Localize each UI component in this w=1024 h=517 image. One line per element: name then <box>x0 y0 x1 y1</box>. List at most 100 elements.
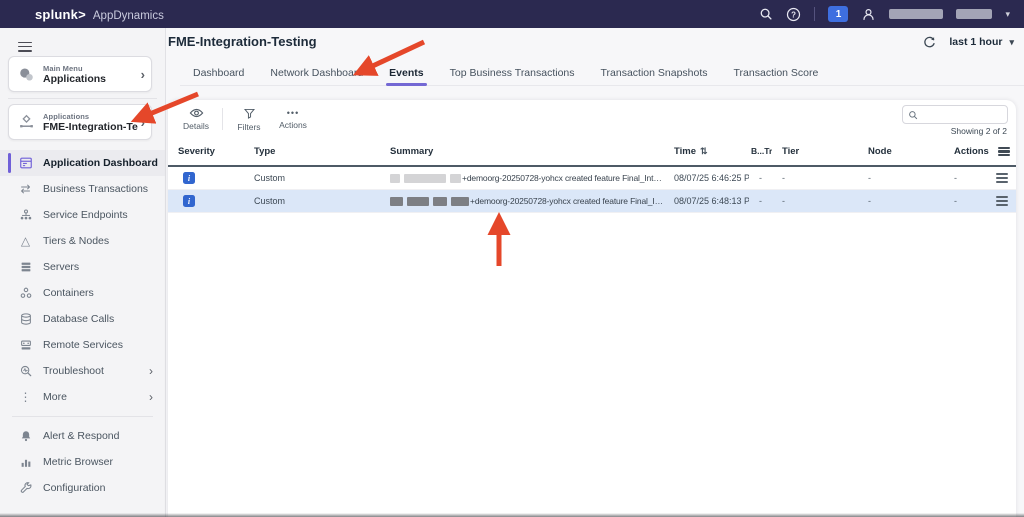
bar-chart-icon <box>18 455 33 470</box>
sidebar-item-servers[interactable]: Servers <box>0 254 165 280</box>
col-severity: Severity <box>168 146 244 157</box>
events-panel: Details Filters ••• Actions Showing 2 of… <box>168 100 1016 517</box>
event-actions: - <box>944 196 996 206</box>
sidebar-item-containers[interactable]: Containers <box>0 280 165 306</box>
application-card[interactable]: Applications FME-Integration-Te... › <box>8 104 152 140</box>
sidebar-item-database-calls[interactable]: Database Calls <box>0 306 165 332</box>
tab-transaction-snapshots[interactable]: Transaction Snapshots <box>588 61 721 85</box>
sidebar-item-label: Troubleshoot <box>43 365 104 377</box>
splunk-brand: splunk> <box>35 7 86 22</box>
user-icon[interactable] <box>861 7 876 22</box>
appdynamics-app: splunk> AppDynamics ? 1 ▾ Main Menu <box>0 0 1024 517</box>
page-title: FME-Integration-Testing <box>168 34 317 49</box>
main-menu-card[interactable]: Main Menu Applications › <box>8 56 152 92</box>
search-input[interactable] <box>922 109 1000 121</box>
sidebar-item-service-endpoints[interactable]: Service Endpoints <box>0 202 165 228</box>
actions-label: Actions <box>279 120 307 130</box>
notification-badge[interactable]: 1 <box>828 6 848 22</box>
actions-button[interactable]: ••• Actions <box>271 104 315 134</box>
sidebar-item-alert-respond[interactable]: Alert & Respond <box>0 423 165 449</box>
sidebar-item-troubleshoot[interactable]: Troubleshoot › <box>0 358 165 384</box>
transactions-icon: ⇄ <box>18 182 33 197</box>
event-node: - <box>858 196 944 206</box>
sidebar-item-label: Remote Services <box>43 339 123 351</box>
event-time: 08/07/25 6:48:13 PM <box>664 196 749 206</box>
details-button[interactable]: Details <box>174 104 218 134</box>
event-node: - <box>858 173 944 183</box>
eye-icon <box>189 107 204 119</box>
servers-icon <box>18 260 33 275</box>
event-type: Custom <box>244 196 380 206</box>
redacted-blocks <box>390 197 469 206</box>
event-row-1[interactable]: i Custom +demoorg-20250728-yohcx created… <box>168 167 1016 190</box>
sidebar-item-metric-browser[interactable]: Metric Browser <box>0 449 165 475</box>
toolbar-divider <box>222 108 223 130</box>
sidebar-item-label: Database Calls <box>43 313 114 325</box>
col-time-label: Time <box>674 146 696 157</box>
wrench-icon <box>18 481 33 496</box>
help-icon[interactable]: ? <box>786 7 801 22</box>
redacted-account <box>956 9 992 19</box>
bell-icon <box>18 429 33 444</box>
event-row-2[interactable]: i Custom +demoorg-20250728-yohcx created… <box>168 190 1016 213</box>
sidebar-item-more[interactable]: ⋮ More › <box>0 384 165 410</box>
database-icon <box>18 312 33 327</box>
sidebar-item-application-dashboard[interactable]: Application Dashboard <box>0 150 165 176</box>
search-icon <box>908 110 918 120</box>
row-menu-icon[interactable] <box>996 195 1008 208</box>
time-range-dropdown[interactable]: last 1 hour ▾ <box>949 36 1014 48</box>
main-menu-label: Applications <box>43 73 138 85</box>
col-business-transaction: B... Tr... <box>749 147 772 157</box>
svg-text:?: ? <box>792 10 797 19</box>
menu-icon[interactable] <box>18 39 32 54</box>
dashboard-tabs: Dashboard Network Dashboard Events Top B… <box>180 61 1024 86</box>
sidebar-item-label: More <box>43 391 67 403</box>
tab-network-dashboard[interactable]: Network Dashboard <box>257 61 376 85</box>
event-tier: - <box>772 196 858 206</box>
topbar-controls: ? 1 ▾ <box>758 6 1010 22</box>
sidebar-item-business-transactions[interactable]: ⇄ Business Transactions <box>0 176 165 202</box>
sidebar-item-configuration[interactable]: Configuration <box>0 475 165 501</box>
tab-top-business-transactions[interactable]: Top Business Transactions <box>437 61 588 85</box>
search-icon[interactable] <box>758 7 773 22</box>
sidebar-item-tiers-nodes[interactable]: △ Tiers & Nodes <box>0 228 165 254</box>
troubleshoot-icon <box>18 364 33 379</box>
tab-events[interactable]: Events <box>376 61 436 85</box>
column-chooser-icon[interactable] <box>998 145 1010 158</box>
sidebar-nav: Application Dashboard ⇄ Business Transac… <box>0 150 165 501</box>
tab-transaction-score[interactable]: Transaction Score <box>721 61 832 85</box>
chevron-down-icon: ▾ <box>1009 37 1014 48</box>
col-summary: Summary <box>380 146 664 157</box>
more-icon: ⋮ <box>18 390 33 405</box>
application-card-eyebrow: Applications <box>43 112 138 121</box>
col-tier: Tier <box>772 146 858 157</box>
appdynamics-brand: AppDynamics <box>93 10 164 22</box>
col-time[interactable]: Time ⇅ <box>664 146 749 157</box>
events-table: Severity Type Summary Time ⇅ B... Tr... … <box>168 138 1016 213</box>
splunk-appdynamics-logo[interactable]: splunk> AppDynamics <box>35 7 164 22</box>
info-severity-icon: i <box>183 172 195 184</box>
sidebar-item-label: Configuration <box>43 482 105 494</box>
sidebar-item-label: Service Endpoints <box>43 209 128 221</box>
details-label: Details <box>183 121 209 131</box>
sort-icon[interactable]: ⇅ <box>700 146 708 157</box>
sidebar-item-remote-services[interactable]: Remote Services <box>0 332 165 358</box>
table-header-row: Severity Type Summary Time ⇅ B... Tr... … <box>168 138 1016 167</box>
header-controls: last 1 hour ▾ <box>921 34 1014 50</box>
user-menu-caret-icon[interactable]: ▾ <box>1005 9 1010 20</box>
event-time: 08/07/25 6:46:25 PM <box>664 173 749 183</box>
applications-icon <box>18 66 35 83</box>
refresh-icon[interactable] <box>921 34 937 50</box>
redacted-username <box>889 9 943 19</box>
top-bar: splunk> AppDynamics ? 1 ▾ <box>0 0 1024 28</box>
event-bt: - <box>749 173 772 183</box>
sidebar-item-label: Metric Browser <box>43 456 113 468</box>
tab-dashboard[interactable]: Dashboard <box>180 61 257 85</box>
filters-button[interactable]: Filters <box>227 104 271 134</box>
filters-label: Filters <box>237 122 260 132</box>
screen-bottom-edge <box>0 513 1024 517</box>
event-summary: +demoorg-20250728-yohcx created feature … <box>380 196 664 206</box>
chevron-right-icon: › <box>141 67 145 82</box>
row-menu-icon[interactable] <box>996 172 1008 185</box>
events-toolbar: Details Filters ••• Actions <box>174 103 315 135</box>
